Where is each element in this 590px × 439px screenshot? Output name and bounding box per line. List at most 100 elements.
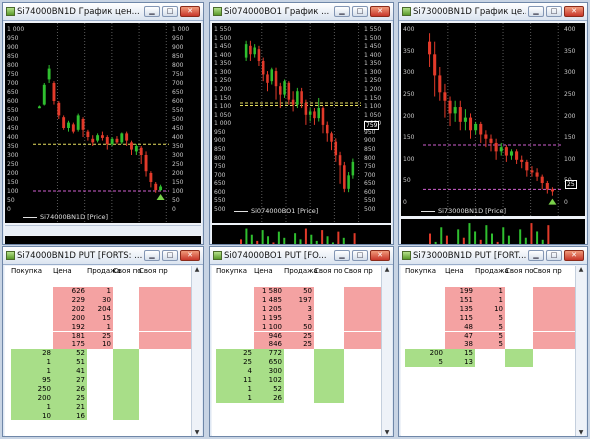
column-header[interactable]: Цена [53, 267, 72, 275]
bid-price-cell[interactable]: 772 [254, 349, 284, 359]
bid-volume-cell[interactable]: 10 [11, 411, 53, 421]
close-button[interactable]: ✕ [370, 250, 390, 261]
own-sell-cell[interactable] [344, 287, 381, 296]
window-titlebar[interactable]: Si74000BN1D График цен... ▁ □ ✕ [3, 3, 203, 21]
ask-volume-cell[interactable]: 25 [87, 331, 113, 341]
bid-volume-cell[interactable]: 25 [216, 358, 254, 368]
own-buy-cell[interactable] [113, 411, 139, 421]
ask-volume-cell[interactable]: 1 [475, 295, 505, 305]
bid-price-cell[interactable]: 16 [53, 411, 87, 421]
bid-price-cell[interactable]: 25 [53, 393, 87, 403]
ask-volume-cell[interactable]: 5 [475, 331, 505, 341]
bid-volume-cell[interactable]: 25 [216, 349, 254, 359]
close-button[interactable]: ✕ [564, 6, 584, 17]
bid-volume-cell[interactable] [216, 296, 254, 305]
bid-volume-cell[interactable] [405, 305, 445, 314]
own-sell-cell[interactable] [533, 304, 575, 314]
ask-price-cell[interactable]: 1 205 [254, 304, 284, 314]
maximize-button[interactable]: □ [352, 250, 368, 261]
ask-volume-cell[interactable]: 1 [87, 322, 113, 332]
bid-volume-cell[interactable] [11, 305, 53, 314]
bid-volume-cell[interactable]: 11 [216, 376, 254, 385]
bid-volume-cell[interactable]: 95 [11, 376, 53, 385]
own-sell-cell[interactable] [533, 331, 575, 341]
ask-price-cell[interactable]: 192 [53, 322, 87, 332]
chart-window-si74000bn1d[interactable]: Si74000BN1D График цен... ▁ □ ✕ 1 000 950… [2, 2, 204, 245]
ask-price-cell[interactable]: 1 100 [254, 322, 284, 332]
bid-volume-cell[interactable] [405, 340, 445, 349]
close-button[interactable]: ✕ [180, 250, 200, 261]
bid-volume-cell[interactable] [11, 323, 53, 332]
own-sell-cell[interactable] [139, 322, 191, 332]
bid-volume-cell[interactable] [405, 314, 445, 323]
own-buy-cell[interactable] [314, 376, 344, 385]
own-buy-cell[interactable] [314, 393, 344, 403]
ask-price-cell[interactable]: 1 485 [254, 295, 284, 305]
ask-volume-cell[interactable]: 25 [284, 340, 314, 350]
bid-price-cell[interactable]: 26 [53, 384, 87, 394]
column-header[interactable]: Своя по [505, 267, 534, 275]
ask-price-cell[interactable]: 846 [254, 340, 284, 350]
own-sell-cell[interactable] [533, 340, 575, 350]
price-chart-area[interactable]: 1 000 950 900 850 800 750 700 650 600 550 500 450 40… [5, 23, 201, 223]
column-header[interactable]: Своя пр [344, 267, 373, 275]
ask-volume-cell[interactable]: 25 [284, 331, 314, 341]
column-header[interactable]: Своя пр [139, 267, 168, 275]
orderbook-table[interactable]: Покупка Цена Продажа Своя по Своя пр 626 1 229 3… [5, 266, 201, 436]
horizontal-scrollbar[interactable] [5, 225, 201, 235]
bid-volume-cell[interactable]: 250 [11, 384, 53, 394]
own-sell-cell[interactable] [139, 313, 191, 323]
bid-volume-cell[interactable] [11, 287, 53, 296]
vertical-scrollbar[interactable]: ▲ ▼ [191, 266, 201, 436]
bid-price-cell[interactable]: 41 [53, 367, 87, 376]
column-header[interactable]: Цена [445, 267, 464, 275]
ask-price-cell[interactable]: 151 [445, 295, 475, 305]
bid-volume-cell[interactable]: 1 [11, 367, 53, 376]
bid-volume-cell[interactable]: 28 [11, 349, 53, 359]
column-header[interactable]: Цена [254, 267, 273, 275]
ask-volume-cell[interactable]: 10 [475, 304, 505, 314]
own-sell-cell[interactable] [533, 295, 575, 305]
ask-price-cell[interactable]: 946 [254, 331, 284, 341]
bid-volume-cell[interactable] [216, 305, 254, 314]
chart-window-si074000bo1[interactable]: Si074000BO1 График ... ▁ □ ✕ 1 550 1 500 1… [209, 2, 394, 245]
window-titlebar[interactable]: Si074000BO1 График ... ▁ □ ✕ [210, 3, 393, 21]
close-button[interactable]: ✕ [370, 6, 390, 17]
own-sell-cell[interactable] [533, 322, 575, 332]
bid-volume-cell[interactable] [11, 332, 53, 341]
ask-volume-cell[interactable]: 5 [475, 313, 505, 323]
own-buy-cell[interactable] [505, 358, 533, 368]
bid-volume-cell[interactable] [405, 296, 445, 305]
bid-volume-cell[interactable]: 200 [405, 349, 445, 359]
orderbook-window-si074000bo1[interactable]: Si074000BO1 PUT [FO... ▁ □ ✕ Покупка Цена… [209, 246, 394, 437]
column-header[interactable]: Своя по [314, 267, 343, 275]
own-buy-cell[interactable] [113, 384, 139, 394]
column-header[interactable]: Своя пр [533, 267, 562, 275]
own-buy-cell[interactable] [505, 349, 533, 359]
scroll-down-icon[interactable]: ▼ [193, 429, 201, 436]
maximize-button[interactable]: □ [546, 6, 562, 17]
ask-price-cell[interactable]: 626 [53, 287, 87, 296]
ask-price-cell[interactable]: 135 [445, 304, 475, 314]
bid-price-cell[interactable]: 102 [254, 376, 284, 385]
own-sell-cell[interactable] [344, 331, 381, 341]
ask-volume-cell[interactable]: 10 [87, 340, 113, 350]
column-header[interactable]: Покупка [405, 267, 436, 275]
bid-volume-cell[interactable] [216, 314, 254, 323]
bid-price-cell[interactable]: 300 [254, 367, 284, 376]
own-sell-cell[interactable] [344, 295, 381, 305]
window-titlebar[interactable]: Si73000BN1D График це... ▁ □ ✕ [399, 3, 587, 21]
own-buy-cell[interactable] [314, 384, 344, 394]
ask-volume-cell[interactable]: 3 [284, 313, 314, 323]
own-buy-cell[interactable] [314, 358, 344, 368]
bid-price-cell[interactable]: 52 [53, 349, 87, 359]
bid-volume-cell[interactable] [216, 287, 254, 296]
maximize-button[interactable]: □ [162, 6, 178, 17]
own-sell-cell[interactable] [139, 304, 191, 314]
bid-price-cell[interactable]: 13 [445, 358, 475, 368]
bid-volume-cell[interactable]: 200 [11, 393, 53, 403]
own-sell-cell[interactable] [139, 340, 191, 350]
bid-price-cell[interactable]: 21 [53, 402, 87, 412]
minimize-button[interactable]: ▁ [528, 6, 544, 17]
own-sell-cell[interactable] [344, 322, 381, 332]
